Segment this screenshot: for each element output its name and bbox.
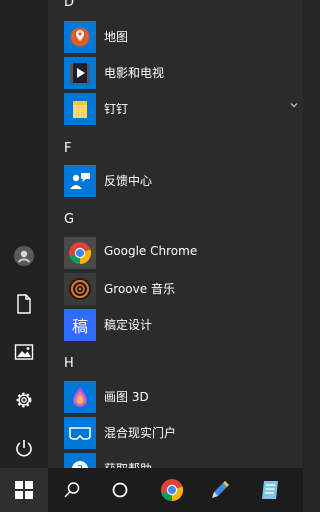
app-label: 混合现实门户: [104, 426, 177, 440]
app-list[interactable]: D 地图 电影和电视 钉钉 F 反馈中心 G Google Chrome Gro…: [48, 0, 303, 468]
app-item-gaoding-design[interactable]: 稿 稿定设计: [64, 308, 303, 342]
start-menu-rail: [0, 0, 48, 468]
app-item-maps[interactable]: 地图: [64, 20, 303, 54]
app-label: 钉钉: [104, 102, 129, 116]
app-item-paint-3d[interactable]: 画图 3D: [64, 380, 303, 414]
chrome-icon: [161, 479, 184, 502]
gaoding-tile-glyph: 稿: [71, 317, 88, 336]
app-label: 地图: [104, 30, 129, 44]
app-label: 稿定设计: [104, 318, 153, 332]
settings-gear-icon: [16, 392, 32, 408]
documents-icon: [17, 294, 31, 314]
taskbar-pencil-app-button[interactable]: [196, 468, 244, 512]
app-item-google-chrome[interactable]: Google Chrome: [64, 236, 303, 270]
movies-tv-icon: [64, 57, 96, 89]
pictures-button[interactable]: [0, 328, 48, 376]
task-view-icon: [112, 482, 128, 498]
groove-music-icon: [64, 273, 96, 305]
gaoding-design-icon: 稿: [64, 309, 96, 341]
start-menu: D 地图 电影和电视 钉钉 F 反馈中心 G Google Chrome Gro…: [0, 0, 303, 468]
app-label: 反馈中心: [104, 174, 153, 188]
app-item-dingtalk-folder[interactable]: 钉钉: [64, 92, 303, 126]
group-letter-f[interactable]: F: [64, 141, 71, 156]
app-label: 电影和电视: [104, 66, 165, 80]
group-letter-g[interactable]: G: [64, 212, 74, 227]
app-item-mixed-reality-portal[interactable]: 混合现实门户: [64, 416, 303, 450]
notes-app-icon: [262, 481, 278, 499]
app-label: 画图 3D: [104, 390, 149, 404]
start-button[interactable]: [0, 468, 48, 512]
chrome-icon: [64, 237, 96, 269]
power-icon: [16, 440, 32, 457]
app-item-groove-music[interactable]: Groove 音乐: [64, 272, 303, 306]
windows-start-icon: [15, 481, 33, 499]
mixed-reality-portal-icon: [64, 417, 96, 449]
power-button[interactable]: [0, 424, 48, 468]
app-label: Groove 音乐: [104, 282, 175, 296]
app-label: 获取帮助: [104, 460, 152, 468]
folder-icon: [64, 93, 96, 125]
user-avatar-icon: [14, 246, 34, 266]
maps-icon: [64, 21, 96, 53]
chevron-down-icon[interactable]: [289, 99, 299, 113]
taskbar: [0, 468, 303, 512]
pencil-app-icon: [212, 481, 229, 498]
app-label: Google Chrome: [104, 244, 198, 258]
app-item-movies-tv[interactable]: 电影和电视: [64, 56, 303, 90]
get-help-icon: ?: [64, 453, 96, 468]
documents-button[interactable]: [0, 280, 48, 328]
app-item-feedback-hub[interactable]: 反馈中心: [64, 164, 303, 198]
group-letter-d[interactable]: D: [64, 0, 74, 10]
group-letter-h[interactable]: H: [64, 356, 74, 371]
taskbar-search-button[interactable]: [48, 468, 96, 512]
search-icon: [64, 482, 80, 498]
feedback-hub-icon: [64, 165, 96, 197]
paint-3d-icon: [64, 381, 96, 413]
task-view-button[interactable]: [96, 468, 144, 512]
user-account-button[interactable]: [0, 232, 48, 280]
settings-button[interactable]: [0, 376, 48, 424]
taskbar-chrome-button[interactable]: [148, 468, 196, 512]
app-item-get-help[interactable]: ? 获取帮助: [64, 452, 303, 468]
taskbar-notes-app-button[interactable]: [246, 468, 294, 512]
pictures-icon: [14, 344, 34, 360]
